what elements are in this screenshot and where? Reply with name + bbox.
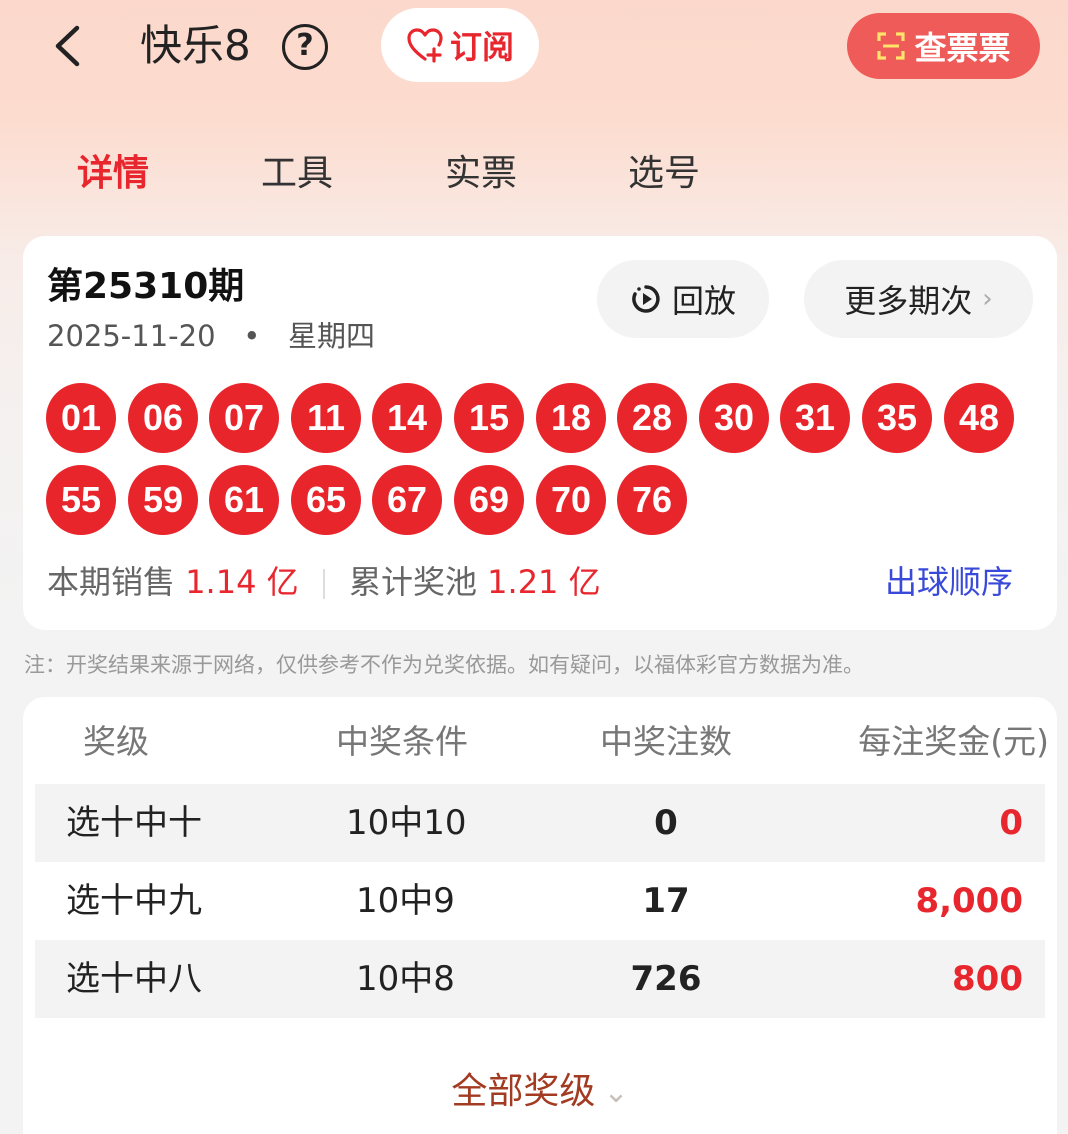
number-ball: 31: [780, 383, 850, 453]
number-ball: 30: [699, 383, 769, 453]
number-ball: 14: [372, 383, 442, 453]
all-levels-label: 全部奖级: [451, 1071, 596, 1112]
sales-label: 本期销售: [47, 563, 176, 601]
subscribe-button[interactable]: 订阅: [381, 8, 539, 82]
pool-label: 累计奖池: [348, 563, 477, 601]
row-condition: 10中8: [356, 959, 455, 999]
pool-value: 1.21 亿: [487, 563, 601, 601]
row-amount: 8,000: [915, 881, 1023, 921]
divider: [322, 569, 325, 599]
ball-order-link[interactable]: 出球顺序: [885, 559, 1013, 605]
issue-number: 第25310期: [47, 266, 245, 307]
subscribe-label: 订阅: [449, 28, 514, 66]
number-ball: 06: [128, 383, 198, 453]
chevron-right-icon: ›: [982, 284, 993, 314]
draw-date: 2025-11-20: [47, 319, 216, 353]
number-ball: 67: [372, 465, 442, 535]
row-level: 选十中八: [66, 959, 202, 999]
row-condition: 10中10: [346, 803, 467, 843]
tab-tools[interactable]: 工具: [261, 148, 333, 200]
number-ball: 48: [944, 383, 1014, 453]
header-condition: 中奖条件: [336, 722, 468, 761]
more-issues-label: 更多期次: [844, 282, 973, 320]
row-count: 17: [642, 881, 690, 921]
header-amount: 每注奖金(元): [858, 722, 1049, 761]
all-levels-button[interactable]: 全部奖级 ⌄: [23, 1067, 1057, 1118]
number-ball: 70: [536, 465, 606, 535]
header-level: 奖级: [83, 722, 149, 761]
table-row: 选十中九 10中9 17 8,000: [35, 862, 1045, 940]
number-ball: 35: [862, 383, 932, 453]
number-ball: 07: [209, 383, 279, 453]
number-ball: 69: [454, 465, 524, 535]
number-ball: 11: [291, 383, 361, 453]
row-count: 726: [630, 959, 702, 999]
date-separator: •: [243, 319, 261, 353]
table-row: 选十中十 10中10 0 0: [35, 784, 1045, 862]
number-ball: 65: [291, 465, 361, 535]
check-ticket-button[interactable]: 查票票: [847, 13, 1040, 79]
heart-plus-icon: [407, 28, 443, 63]
prize-table-card: 奖级 中奖条件 中奖注数 每注奖金(元) 选十中十 10中10 0 0 选十中九…: [23, 697, 1057, 1134]
row-amount: 0: [999, 803, 1023, 843]
row-level: 选十中九: [66, 881, 202, 921]
tab-bar: 详情 工具 实票 选号: [0, 148, 1068, 208]
chevron-down-icon: ⌄: [603, 1075, 629, 1110]
number-ball: 28: [617, 383, 687, 453]
number-ball: 76: [617, 465, 687, 535]
row-count: 0: [654, 803, 678, 843]
tab-details[interactable]: 详情: [77, 148, 149, 200]
number-ball: 55: [46, 465, 116, 535]
sales-value: 1.14 亿: [185, 563, 299, 601]
draw-result-card: 第25310期 2025-11-20 • 星期四 回放 更多期次 › 01 06 0…: [23, 236, 1057, 630]
scan-icon: [877, 32, 906, 60]
draw-weekday: 星期四: [287, 319, 375, 353]
number-ball: 61: [209, 465, 279, 535]
question-circle-icon[interactable]: ?: [282, 24, 328, 70]
disclaimer-note: 注：开奖结果来源于网络，仅供参考不作为兑奖依据。如有疑问，以福体彩官方数据为准。: [24, 653, 864, 677]
row-amount: 800: [952, 959, 1023, 999]
page-title: 快乐8: [140, 21, 251, 70]
number-ball: 18: [536, 383, 606, 453]
number-ball: 01: [46, 383, 116, 453]
tab-real-tickets[interactable]: 实票: [445, 148, 517, 200]
replay-button[interactable]: 回放: [597, 260, 769, 338]
top-bar: 快乐8 ? 订阅 查票票: [0, 0, 1068, 100]
replay-icon: [632, 285, 660, 313]
draw-date-line: 2025-11-20 • 星期四: [47, 316, 375, 356]
back-button[interactable]: [44, 20, 94, 70]
table-row: 选十中八 10中8 726 800: [35, 940, 1045, 1018]
check-ticket-label: 查票票: [914, 29, 1011, 67]
more-issues-button[interactable]: 更多期次 ›: [804, 260, 1033, 338]
header-count: 中奖注数: [600, 722, 732, 761]
replay-label: 回放: [671, 282, 736, 320]
row-level: 选十中十: [66, 803, 202, 843]
row-condition: 10中9: [356, 881, 455, 921]
prize-table-header: 奖级 中奖条件 中奖注数 每注奖金(元): [23, 715, 1057, 769]
number-ball: 59: [128, 465, 198, 535]
chevron-left-icon: [55, 25, 80, 67]
number-ball: 15: [454, 383, 524, 453]
sales-info: 本期销售 1.14 亿 累计奖池 1.21 亿 出球顺序: [47, 559, 1037, 605]
tab-pick-numbers[interactable]: 选号: [628, 148, 700, 200]
